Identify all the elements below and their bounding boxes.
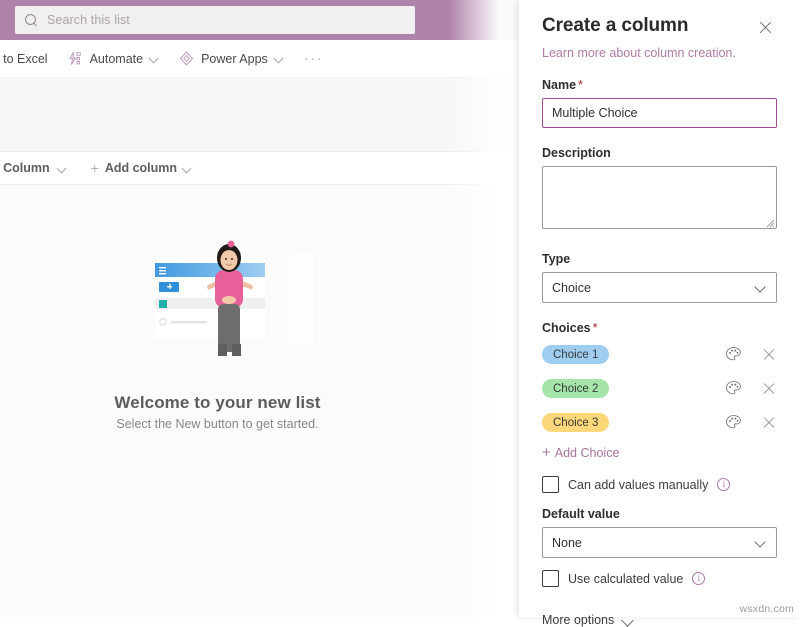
- search-placeholder: Search this list: [47, 13, 130, 27]
- sharepoint-list-app: Search this list rt to Excel Automate Po…: [0, 0, 519, 617]
- choice-row: Choice 2: [542, 375, 777, 402]
- use-calculated-value-checkbox[interactable]: [542, 570, 559, 587]
- required-marker: *: [593, 321, 598, 335]
- use-calculated-value-label: Use calculated value: [568, 572, 683, 586]
- choices-list: Choice 1 Choice 2: [542, 341, 777, 436]
- power-apps-button[interactable]: Power Apps: [169, 40, 294, 78]
- list-header-bar: Search this list: [0, 0, 519, 40]
- type-select-value: Choice: [552, 281, 591, 295]
- choices-label-text: Choices: [542, 321, 591, 335]
- choice-row-actions: [725, 414, 777, 431]
- automate-button[interactable]: Automate: [58, 40, 170, 78]
- chevron-down-icon: [756, 282, 767, 293]
- plus-icon: +: [542, 445, 551, 460]
- more-commands-button[interactable]: ···: [294, 50, 334, 67]
- use-calculated-value-row: Use calculated value i: [542, 570, 777, 587]
- choice-pill[interactable]: Choice 1: [542, 345, 609, 364]
- description-field-label: Description: [542, 146, 777, 160]
- empty-state-subtitle: Select the New button to get started.: [116, 417, 318, 431]
- can-add-values-manually-label: Can add values manually: [568, 478, 708, 492]
- palette-icon[interactable]: [725, 346, 742, 363]
- power-apps-icon: [179, 51, 194, 66]
- list-body: Welcome to your new list Select the New …: [0, 185, 519, 617]
- create-column-panel: Create a column Learn more about column …: [519, 0, 800, 617]
- command-label: Power Apps: [201, 52, 268, 66]
- required-marker: *: [578, 78, 583, 92]
- can-add-values-manually-row: Can add values manually i: [542, 476, 777, 493]
- command-bar: rt to Excel Automate Power Apps ···: [0, 40, 519, 78]
- chevron-down-icon: [275, 54, 284, 63]
- empty-state-title: Welcome to your new list: [114, 393, 320, 413]
- empty-state: Welcome to your new list Select the New …: [0, 240, 435, 431]
- choice-pill[interactable]: Choice 2: [542, 379, 609, 398]
- default-value-select-value: None: [552, 536, 582, 550]
- chevron-down-icon: [622, 614, 634, 626]
- default-value-label: Default value: [542, 507, 777, 521]
- search-icon: [25, 14, 38, 27]
- choice-row: Choice 1: [542, 341, 777, 368]
- description-textarea[interactable]: [542, 166, 777, 229]
- name-field-label: Name*: [542, 78, 777, 92]
- choice-row-actions: [725, 346, 777, 363]
- name-input[interactable]: [542, 98, 777, 128]
- choices-field-label: Choices*: [542, 321, 777, 335]
- list-column-header-row: o Column + Add column: [0, 152, 519, 185]
- more-options-toggle[interactable]: More options: [542, 613, 777, 627]
- info-icon[interactable]: i: [692, 572, 705, 585]
- palette-icon[interactable]: [725, 414, 742, 431]
- default-value-select[interactable]: None: [542, 527, 777, 558]
- name-label-text: Name: [542, 78, 576, 92]
- more-options-label: More options: [542, 613, 614, 627]
- plus-icon: +: [91, 160, 99, 176]
- remove-choice-icon[interactable]: [761, 415, 777, 431]
- automate-icon: [68, 51, 83, 66]
- empty-state-illustration: [123, 240, 313, 385]
- type-field-label: Type: [542, 252, 777, 266]
- add-choice-label: Add Choice: [555, 446, 620, 460]
- list-filter-band: [0, 78, 519, 152]
- type-select[interactable]: Choice: [542, 272, 777, 303]
- choice-row-actions: [725, 380, 777, 397]
- info-icon[interactable]: i: [717, 478, 730, 491]
- chevron-down-icon: [183, 164, 192, 173]
- column-header-label: o Column: [0, 161, 50, 175]
- chevron-down-icon: [150, 54, 159, 63]
- panel-title: Create a column: [542, 15, 688, 37]
- panel-header: Create a column: [542, 0, 777, 39]
- export-to-excel-button[interactable]: rt to Excel: [0, 40, 58, 78]
- learn-more-link[interactable]: Learn more about column creation.: [542, 46, 777, 60]
- add-choice-button[interactable]: + Add Choice: [542, 445, 777, 460]
- command-label: Automate: [90, 52, 144, 66]
- watermark: wsxdn.com: [740, 603, 794, 615]
- remove-choice-icon[interactable]: [761, 381, 777, 397]
- can-add-values-manually-checkbox[interactable]: [542, 476, 559, 493]
- command-label: rt to Excel: [0, 52, 48, 66]
- close-icon[interactable]: [755, 17, 777, 39]
- add-column-button[interactable]: + Add column: [91, 160, 192, 176]
- choice-row: Choice 3: [542, 409, 777, 436]
- column-header-cell[interactable]: o Column: [0, 161, 81, 175]
- add-column-label: Add column: [105, 161, 177, 175]
- chevron-down-icon: [756, 537, 767, 548]
- choice-pill[interactable]: Choice 3: [542, 413, 609, 432]
- remove-choice-icon[interactable]: [761, 347, 777, 363]
- search-input[interactable]: Search this list: [15, 6, 415, 34]
- palette-icon[interactable]: [725, 380, 742, 397]
- chevron-down-icon: [58, 164, 67, 173]
